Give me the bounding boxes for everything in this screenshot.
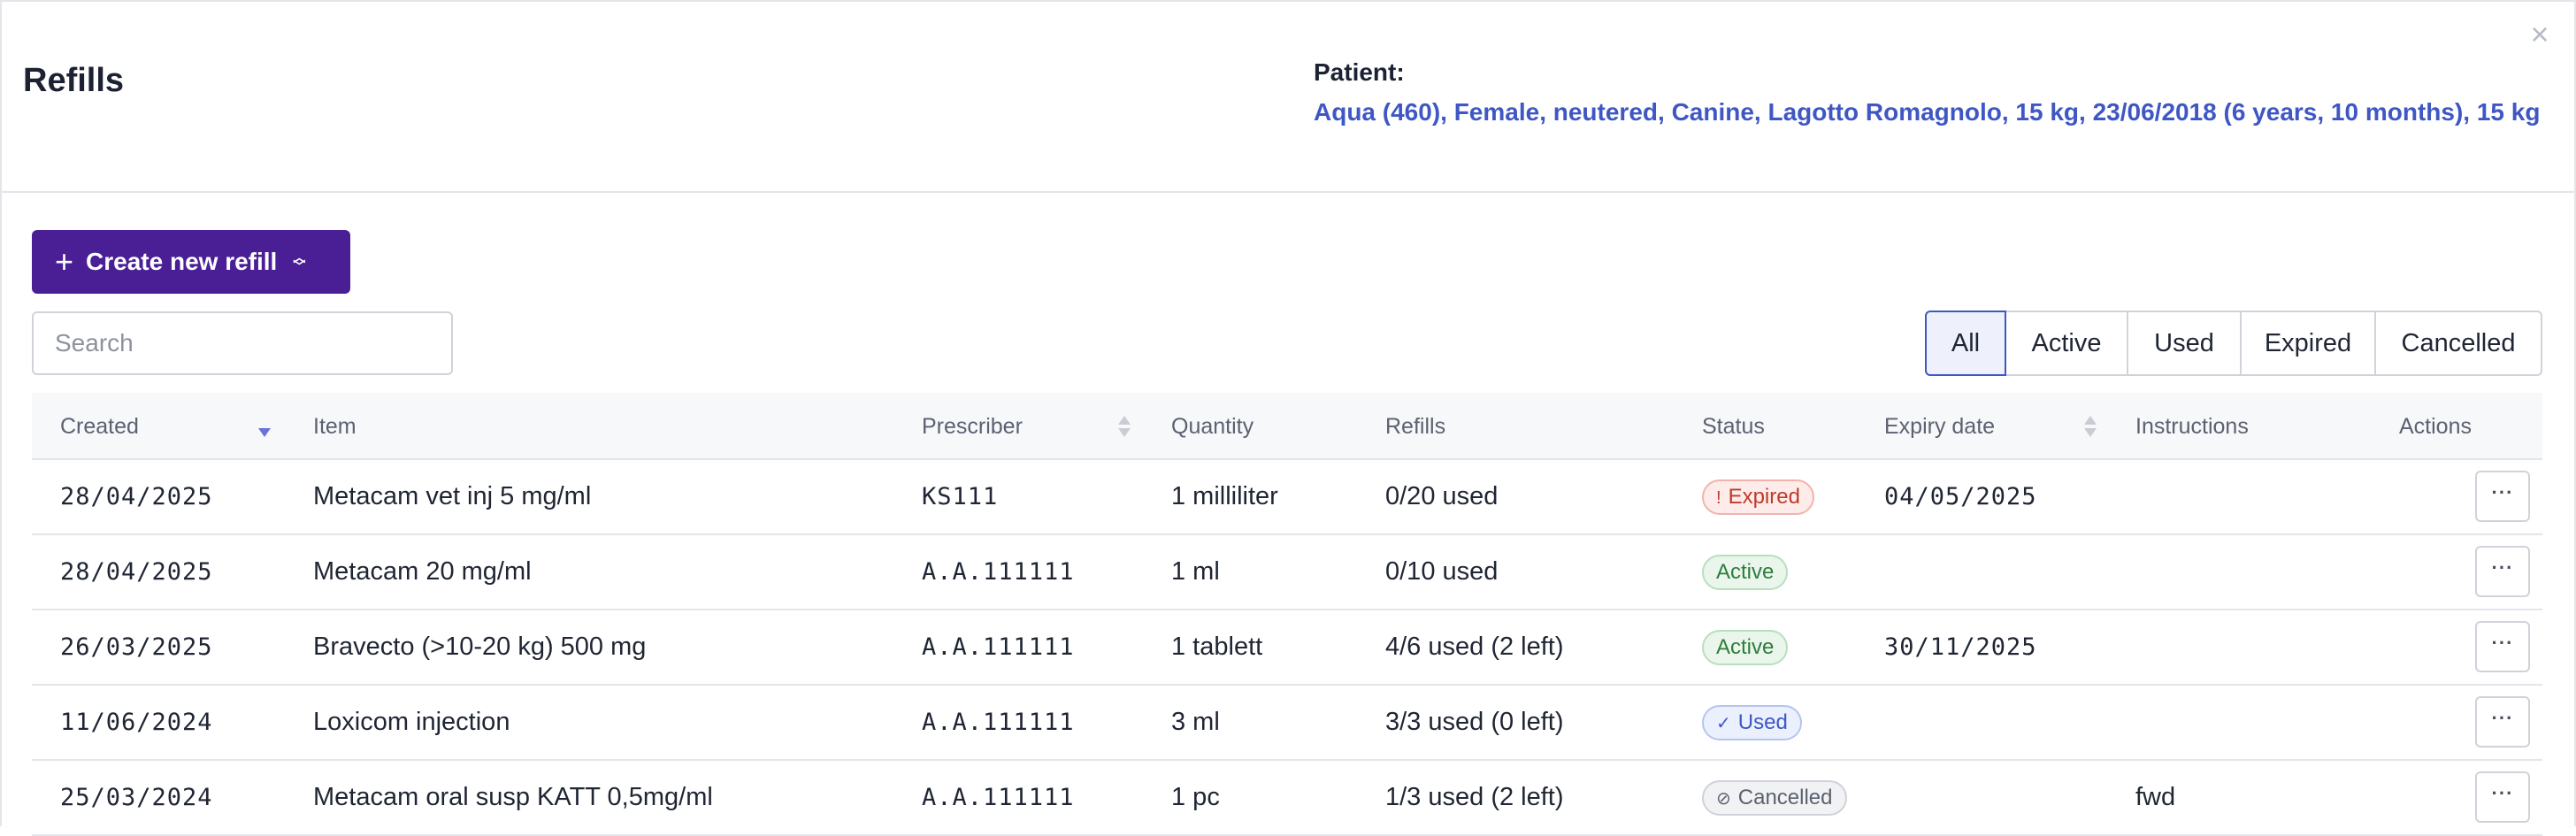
status-label: Expired [1728,485,1800,509]
filter-cancelled-button[interactable]: Cancelled [2376,311,2542,376]
filter-all-button[interactable]: All [1925,311,2006,376]
column-header-refills: Refills [1385,414,1446,439]
status-badge: Active [1702,630,1789,665]
cell-created: 28/04/2025 [60,558,213,586]
filter-used-button[interactable]: Used [2128,311,2242,376]
search-input[interactable] [32,311,453,375]
table-row[interactable]: 11/06/2024 Loxicom injection A.A.111111 … [32,686,2542,761]
column-header-actions: Actions [2399,414,2472,439]
create-new-refill-label: Create new refill [86,248,278,275]
chevron-up-down-icon: ︿ ﹀ [293,250,306,273]
status-label: Active [1716,635,1775,659]
cell-quantity: 1 ml [1171,557,1220,586]
row-actions-button[interactable]: ··· [2475,696,2530,748]
row-actions-button[interactable]: ··· [2475,471,2530,522]
row-actions-button[interactable]: ··· [2475,621,2530,672]
status-label: Cancelled [1737,786,1833,809]
status-badge: ✓ Used [1702,705,1802,740]
column-header-item: Item [313,414,356,439]
refills-table: Created Item Prescriber Quantity Refills… [32,393,2542,836]
column-header-status: Status [1702,414,1765,439]
cancelled-icon: ⊘ [1716,789,1731,809]
table-row[interactable]: 28/04/2025 Metacam vet inj 5 mg/ml KS111… [32,460,2542,535]
cell-created: 25/03/2024 [60,784,213,811]
sort-icon[interactable] [2084,416,2097,439]
cell-refills: 1/3 used (2 left) [1385,783,1564,811]
filter-expired-button[interactable]: Expired [2242,311,2376,376]
modal-header: Refills Patient: Aqua (460), Female, neu… [2,2,2574,193]
cell-created: 28/04/2025 [60,483,213,510]
plus-icon: + [55,243,74,280]
column-header-prescriber[interactable]: Prescriber [922,393,1023,460]
cell-expiry-date: 30/11/2025 [1884,633,2037,661]
column-header-created[interactable]: Created [60,393,139,460]
row-actions-button[interactable]: ··· [2475,771,2530,823]
patient-info-link[interactable]: Aqua (460), Female, neutered, Canine, La… [1314,94,2552,131]
cell-quantity: 3 ml [1171,708,1220,736]
column-header-quantity: Quantity [1171,414,1254,439]
table-header: Created Item Prescriber Quantity Refills… [32,393,2542,460]
status-badge: Active [1702,555,1789,590]
cell-created: 26/03/2025 [60,633,213,661]
status-label: Active [1716,560,1775,584]
cell-prescriber: A.A.111111 [922,558,1075,586]
cell-refills: 0/10 used [1385,557,1499,586]
cell-quantity: 1 pc [1171,783,1220,811]
page-title: Refills [23,62,125,99]
cell-refills: 3/3 used (0 left) [1385,708,1564,736]
table-row[interactable]: 26/03/2025 Bravecto (>10-20 kg) 500 mg A… [32,610,2542,686]
cell-created: 11/06/2024 [60,709,213,736]
status-label: Used [1737,710,1788,734]
cell-prescriber: A.A.111111 [922,633,1075,661]
cell-item: Metacam oral susp KATT 0,5mg/ml [313,783,713,811]
status-filter-group: All Active Used Expired Cancelled [1925,311,2542,376]
column-header-expiry-date[interactable]: Expiry date [1884,393,1995,460]
refills-modal: Refills Patient: Aqua (460), Female, neu… [0,0,2576,836]
cell-item: Metacam 20 mg/ml [313,557,532,586]
cell-item: Bravecto (>10-20 kg) 500 mg [313,633,647,661]
checkmark-icon: ✓ [1716,714,1731,733]
cell-refills: 4/6 used (2 left) [1385,633,1564,661]
cell-prescriber: KS111 [922,483,999,510]
cell-quantity: 1 tablett [1171,633,1263,661]
status-badge: ! Expired [1702,479,1814,515]
cell-expiry-date: 04/05/2025 [1884,483,2037,510]
patient-label: Patient: [1314,58,1405,86]
column-header-instructions: Instructions [2135,414,2249,439]
exclamation-icon: ! [1716,488,1721,508]
table-row[interactable]: 25/03/2024 Metacam oral susp KATT 0,5mg/… [32,761,2542,836]
row-actions-button[interactable]: ··· [2475,546,2530,597]
sort-icon[interactable] [1118,416,1131,439]
cell-quantity: 1 milliliter [1171,482,1278,510]
cell-refills: 0/20 used [1385,482,1499,510]
create-new-refill-button[interactable]: + Create new refill ︿ ﹀ [32,230,350,294]
cell-prescriber: A.A.111111 [922,709,1075,736]
filter-active-button[interactable]: Active [2006,311,2128,376]
cell-instructions: fwd [2135,783,2176,811]
sort-descending-icon[interactable] [258,416,271,439]
cell-item: Metacam vet inj 5 mg/ml [313,482,592,510]
table-row[interactable]: 28/04/2025 Metacam 20 mg/ml A.A.111111 1… [32,535,2542,610]
cell-item: Loxicom injection [313,708,510,736]
status-badge: ⊘ Cancelled [1702,780,1847,816]
cell-prescriber: A.A.111111 [922,784,1075,811]
close-icon[interactable]: × [2525,19,2555,50]
